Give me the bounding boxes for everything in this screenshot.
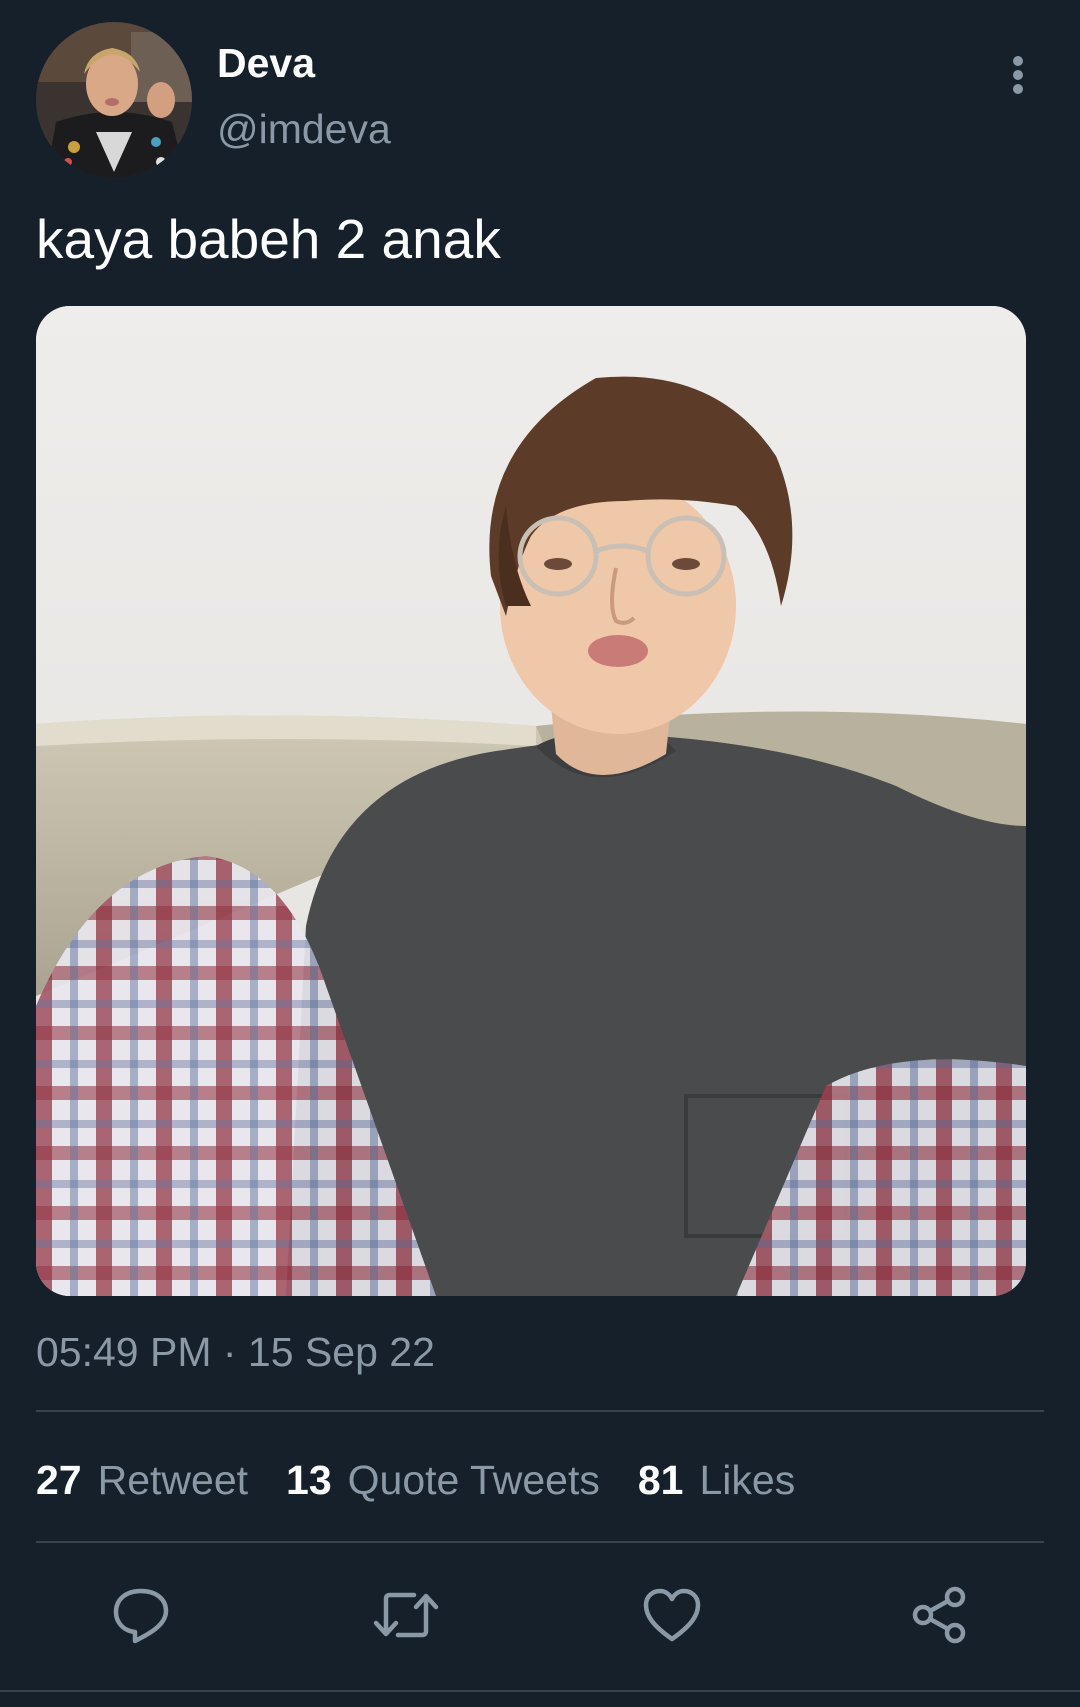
stat-count: 13 <box>286 1456 332 1503</box>
user-handle[interactable]: @imdeva <box>217 104 391 154</box>
vertical-ellipsis-icon <box>1013 56 1023 94</box>
stat-label: Retweet <box>97 1456 249 1503</box>
reply-button[interactable] <box>101 1575 181 1655</box>
share-button[interactable] <box>899 1575 979 1655</box>
tweet-text: kaya babeh 2 anak <box>36 208 501 270</box>
stat-count: 81 <box>637 1456 684 1503</box>
avatar[interactable] <box>36 22 192 178</box>
reply-icon <box>113 1588 169 1644</box>
stat-label: Quote Tweets <box>347 1456 600 1503</box>
divider <box>36 1541 1044 1543</box>
tweet-photo[interactable] <box>36 306 1026 1296</box>
like-button[interactable] <box>632 1575 712 1655</box>
action-bar <box>0 1575 1080 1655</box>
stat-label: Likes <box>699 1456 796 1503</box>
retweet-button[interactable] <box>366 1575 446 1655</box>
heart-icon <box>643 1588 701 1642</box>
share-icon <box>912 1586 966 1644</box>
retweet-icon <box>373 1592 439 1638</box>
quote-tweets-count[interactable]: 13 Quote Tweets <box>286 1457 600 1504</box>
stat-count: 27 <box>36 1456 82 1503</box>
tweet-stats: 27 Retweet 13 Quote Tweets 81 Likes <box>36 1455 833 1505</box>
divider <box>0 1690 1080 1692</box>
tweet-detail: Deva @imdeva kaya babeh 2 anak 05:49 PM … <box>0 0 1080 1707</box>
retweet-count[interactable]: 27 Retweet <box>36 1457 248 1504</box>
divider <box>36 1410 1044 1412</box>
likes-count[interactable]: 81 Likes <box>638 1457 795 1504</box>
display-name[interactable]: Deva <box>217 38 315 88</box>
tweet-timestamp[interactable]: 05:49 PM · 15 Sep 22 <box>36 1327 435 1377</box>
more-options-button[interactable] <box>1000 50 1036 100</box>
